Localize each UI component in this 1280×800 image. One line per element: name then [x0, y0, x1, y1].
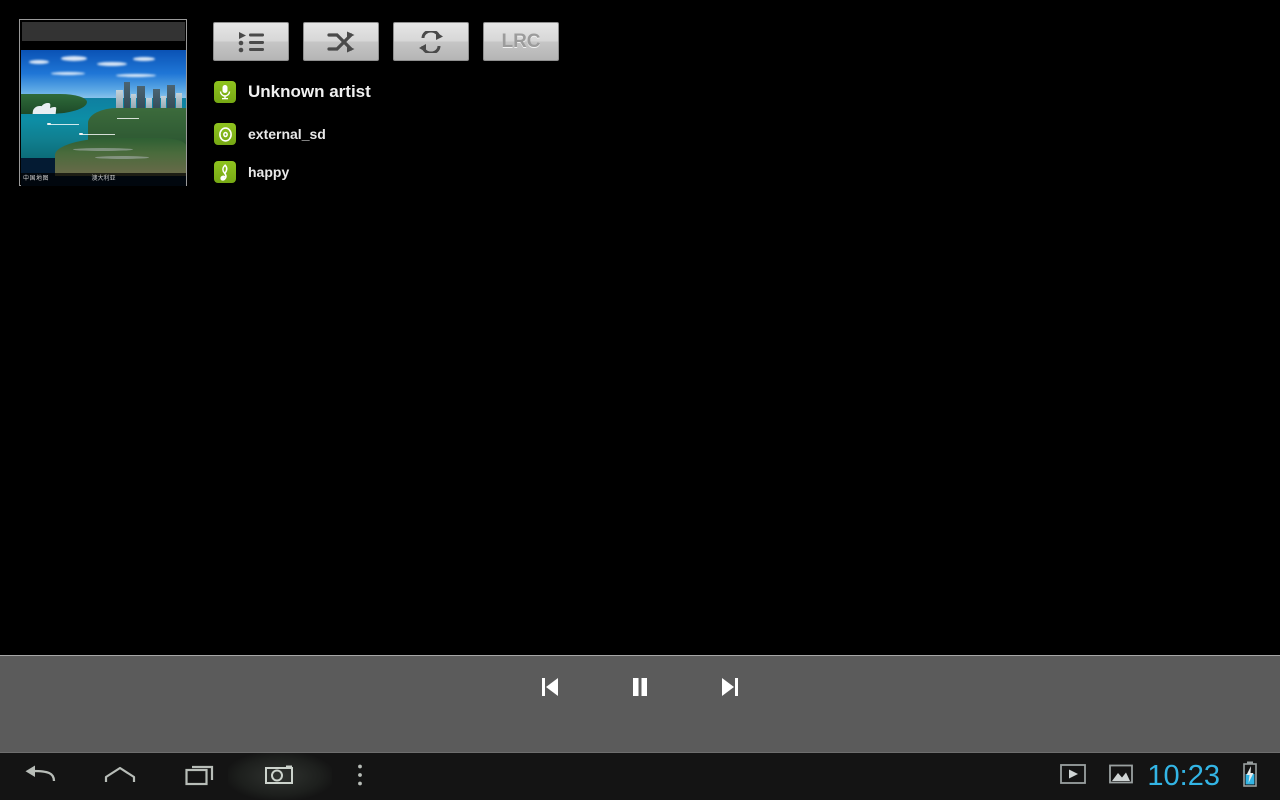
photo-opera-house: [32, 102, 59, 114]
song-label: happy: [248, 164, 290, 180]
skip-next-icon: [720, 676, 740, 703]
album-label: external_sd: [248, 126, 326, 142]
lrc-label: LRC: [501, 30, 541, 52]
album-art-caption: 中国地图 澳大利亚: [21, 173, 186, 186]
repeat-button[interactable]: [393, 22, 469, 61]
home-icon: [104, 765, 136, 790]
content-area: 中国地图 澳大利亚 LRC Unknown artist external_sd…: [0, 0, 1280, 655]
battery-charging-icon: [1242, 761, 1258, 792]
disc-icon: [214, 123, 236, 145]
photo-cloud: [29, 60, 49, 64]
playlist-button[interactable]: [213, 22, 289, 61]
photo-cloud: [133, 57, 155, 61]
album-caption-center: 澳大利亚: [91, 176, 116, 182]
photo-cloud: [97, 62, 127, 66]
pause-icon: [630, 676, 650, 703]
track-info-list: Unknown artist external_sd happy: [214, 77, 1254, 187]
app-screen: 中国地图 澳大利亚 LRC Unknown artist external_sd…: [0, 0, 1280, 800]
lrc-button[interactable]: LRC: [483, 22, 559, 61]
photo-cloud: [61, 56, 87, 61]
photo-foreground-park: [55, 138, 186, 176]
playlist-icon: [237, 31, 265, 53]
list-item-album[interactable]: external_sd: [214, 119, 1254, 149]
play-status-button[interactable]: [1049, 752, 1097, 800]
play-status-icon: [1060, 763, 1087, 789]
status-bar-right: 10:23: [1049, 752, 1280, 800]
status-clock: 10:23: [1147, 759, 1220, 792]
back-icon: [23, 764, 57, 791]
transport-controls: [0, 672, 1280, 706]
pause-button[interactable]: [617, 672, 663, 706]
recents-icon: [185, 764, 215, 791]
album-art[interactable]: 中国地图 澳大利亚: [19, 19, 187, 186]
list-item-song[interactable]: happy: [214, 157, 1254, 187]
music-note-icon: [214, 161, 236, 183]
artist-label: Unknown artist: [248, 82, 371, 101]
camera-button[interactable]: [240, 753, 320, 800]
back-button[interactable]: [0, 753, 80, 800]
microphone-icon: [214, 81, 236, 103]
shuffle-icon: [327, 31, 355, 53]
repeat-icon: [418, 30, 444, 53]
shuffle-button[interactable]: [303, 22, 379, 61]
list-item-artist[interactable]: Unknown artist: [214, 77, 1254, 107]
next-button[interactable]: [707, 672, 753, 706]
home-button[interactable]: [80, 753, 160, 800]
skip-previous-icon: [540, 676, 560, 703]
album-art-photo: 中国地图 澳大利亚: [21, 50, 186, 186]
photo-cloud: [51, 72, 85, 75]
image-status-button[interactable]: [1097, 752, 1145, 800]
camera-icon: [264, 764, 296, 791]
image-status-icon: [1109, 764, 1134, 789]
overflow-menu-button[interactable]: [320, 753, 400, 800]
battery-status: [1226, 752, 1274, 800]
player-bar: 0:05 4:44: [0, 655, 1280, 752]
overflow-menu-icon: [356, 763, 364, 792]
album-art-topbar: [22, 22, 185, 41]
recents-button[interactable]: [160, 753, 240, 800]
previous-button[interactable]: [527, 672, 573, 706]
